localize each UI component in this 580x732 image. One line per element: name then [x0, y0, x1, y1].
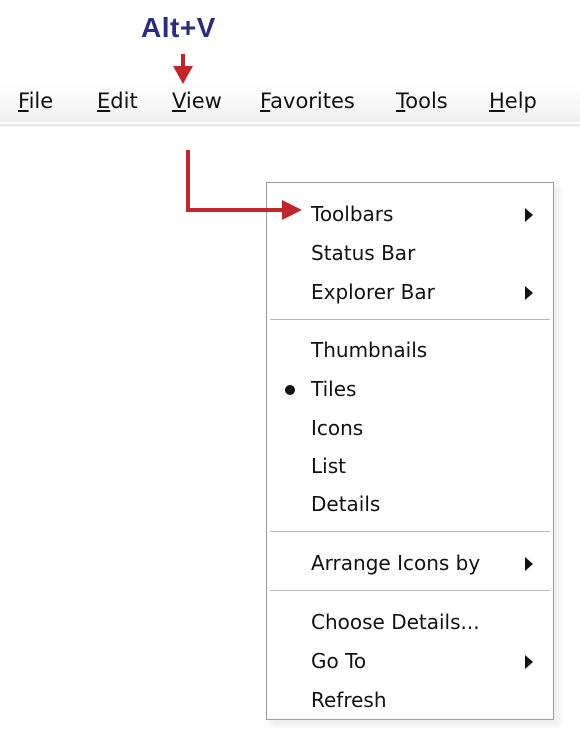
submenu-arrow-icon: [525, 208, 533, 222]
menu-item-label: Thumbnails: [311, 338, 428, 362]
view-menu-dropdown: Toolbars Status Bar Explorer Bar Thumbna…: [266, 182, 554, 720]
submenu-arrow-icon: [525, 655, 533, 669]
menu-edit-mnemonic: E: [97, 89, 111, 113]
menu-file-mnemonic: F: [18, 89, 29, 113]
menu-item-toolbars[interactable]: Toolbars: [267, 199, 553, 233]
menu-help-mnemonic: H: [489, 89, 505, 113]
menu-help[interactable]: Help: [489, 89, 537, 113]
menu-item-label: Choose Details...: [311, 610, 480, 634]
menu-help-label: elp: [504, 89, 537, 113]
menu-item-label: Icons: [311, 416, 364, 440]
menu-file-label: ile: [28, 89, 54, 113]
menu-edit-label: dit: [110, 89, 138, 113]
menu-item-label: Toolbars: [311, 202, 394, 226]
menu-favorites-mnemonic: F: [260, 89, 271, 113]
menu-view-mnemonic: V: [172, 89, 186, 113]
menu-item-choose-details[interactable]: Choose Details...: [267, 607, 553, 641]
menu-item-list[interactable]: List: [267, 451, 553, 485]
menu-item-tiles[interactable]: Tiles: [267, 374, 553, 408]
menu-view[interactable]: View: [172, 89, 222, 113]
menu-item-thumbnails[interactable]: Thumbnails: [267, 335, 553, 369]
submenu-arrow-icon: [525, 286, 533, 300]
menu-tools-label: ools: [405, 89, 448, 113]
menu-item-label: Arrange Icons by: [311, 551, 481, 575]
shortcut-callout: Alt+V: [141, 12, 216, 43]
menu-item-explorer-bar[interactable]: Explorer Bar: [267, 277, 553, 311]
menu-item-status-bar[interactable]: Status Bar: [267, 238, 553, 272]
menu-item-refresh[interactable]: Refresh: [267, 685, 553, 719]
radio-bullet-icon: [285, 385, 295, 395]
menu-separator: [270, 590, 550, 592]
menu-item-label: Details: [311, 492, 381, 516]
menu-tools[interactable]: Tools: [396, 89, 448, 113]
menu-file[interactable]: File: [18, 89, 53, 113]
menu-item-details[interactable]: Details: [267, 489, 553, 523]
menu-item-icons[interactable]: Icons: [267, 413, 553, 447]
menu-item-label: List: [311, 454, 346, 478]
menu-item-label: Go To: [311, 649, 367, 673]
menu-separator: [270, 319, 550, 321]
menu-bar-divider: [0, 124, 580, 127]
menu-item-arrange-icons-by[interactable]: Arrange Icons by: [267, 548, 553, 582]
menu-separator: [270, 531, 550, 533]
menu-view-label: iew: [185, 89, 222, 113]
menu-favorites-label: avorites: [270, 89, 355, 113]
down-arrow-icon: [173, 54, 193, 84]
menu-tools-mnemonic: T: [396, 89, 406, 113]
menu-item-label: Explorer Bar: [311, 280, 435, 304]
menu-item-label: Status Bar: [311, 241, 416, 265]
menu-item-go-to[interactable]: Go To: [267, 646, 553, 680]
menu-item-label: Refresh: [311, 688, 387, 712]
menu-favorites[interactable]: Favorites: [260, 89, 355, 113]
menu-item-label: Tiles: [311, 377, 357, 401]
menu-edit[interactable]: Edit: [97, 89, 138, 113]
submenu-arrow-icon: [525, 557, 533, 571]
